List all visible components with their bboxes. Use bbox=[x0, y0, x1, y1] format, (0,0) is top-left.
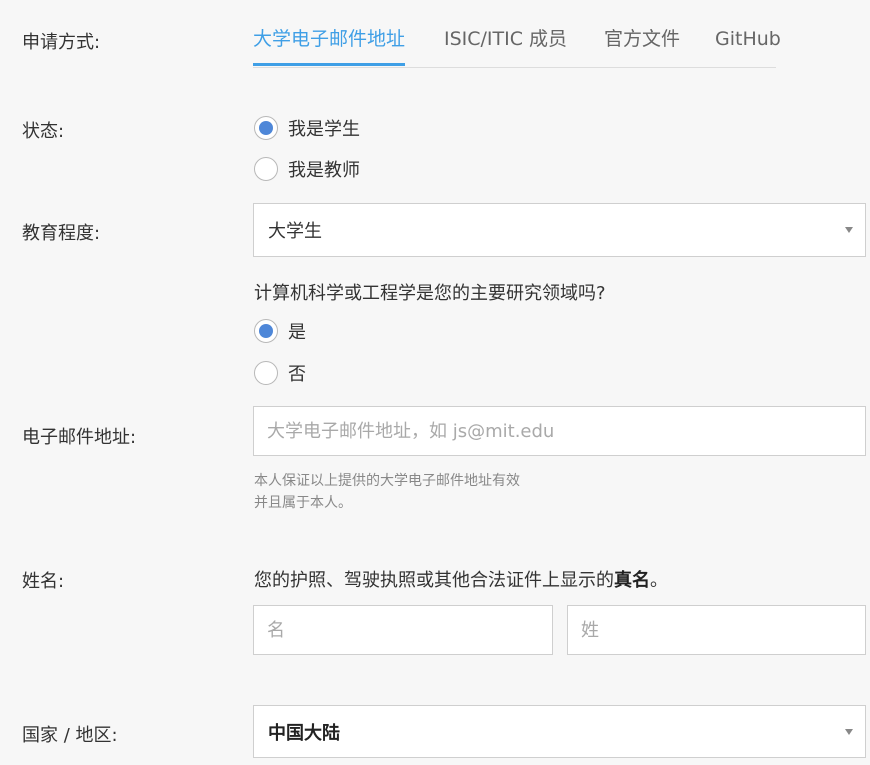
name-hint-bold: 真名 bbox=[614, 570, 650, 591]
email-help-line2: 并且属于本人。 bbox=[254, 495, 352, 511]
education-select-value: 大学生 bbox=[268, 221, 322, 242]
name-hint-suffix: 。 bbox=[650, 570, 668, 591]
country-select-value: 中国大陆 bbox=[268, 722, 340, 744]
name-hint: 您的护照、驾驶执照或其他合法证件上显示的真名。 bbox=[254, 566, 668, 592]
name-label: 姓名: bbox=[22, 571, 65, 592]
application-method-label: 申请方式: bbox=[22, 32, 101, 53]
status-label: 状态: bbox=[22, 121, 65, 142]
tab-github[interactable]: GitHub bbox=[715, 26, 781, 66]
status-teacher-label: 我是教师 bbox=[288, 160, 360, 181]
tab-isic-itic[interactable]: ISIC/ITIC 成员 bbox=[444, 26, 567, 66]
cs-yes-label: 是 bbox=[288, 322, 306, 343]
radio-unchecked-icon bbox=[254, 157, 278, 181]
status-student-radio[interactable]: 我是学生 bbox=[254, 115, 360, 141]
country-select[interactable]: 中国大陆 bbox=[253, 705, 866, 758]
first-name-field[interactable] bbox=[253, 605, 553, 655]
cs-no-label: 否 bbox=[288, 364, 306, 385]
cs-no-radio[interactable]: 否 bbox=[254, 360, 306, 386]
email-help-text: 本人保证以上提供的大学电子邮件地址有效 并且属于本人。 bbox=[254, 470, 520, 514]
email-help-line1: 本人保证以上提供的大学电子邮件地址有效 bbox=[254, 473, 520, 489]
tab-university-email[interactable]: 大学电子邮件地址 bbox=[253, 26, 406, 66]
email-field[interactable] bbox=[253, 406, 866, 456]
application-method-tabs: 大学电子邮件地址 ISIC/ITIC 成员 官方文件 GitHub bbox=[253, 22, 781, 68]
country-label: 国家 / 地区: bbox=[22, 725, 118, 746]
cs-yes-radio[interactable]: 是 bbox=[254, 318, 306, 344]
education-label: 教育程度: bbox=[22, 223, 101, 244]
cs-major-question: 计算机科学或工程学是您的主要研究领域吗? bbox=[254, 283, 606, 304]
radio-unchecked-icon bbox=[254, 361, 278, 385]
last-name-field[interactable] bbox=[567, 605, 866, 655]
dropdown-caret-icon bbox=[845, 728, 853, 735]
radio-checked-icon bbox=[254, 319, 278, 343]
radio-checked-icon bbox=[254, 116, 278, 140]
dropdown-caret-icon bbox=[845, 227, 853, 233]
status-teacher-radio[interactable]: 我是教师 bbox=[254, 156, 360, 182]
name-hint-text: 您的护照、驾驶执照或其他合法证件上显示的 bbox=[254, 570, 614, 591]
tab-official-document[interactable]: 官方文件 bbox=[604, 26, 680, 66]
email-label: 电子邮件地址: bbox=[22, 427, 137, 448]
education-select[interactable]: 大学生 bbox=[253, 203, 866, 257]
status-student-label: 我是学生 bbox=[288, 119, 360, 140]
